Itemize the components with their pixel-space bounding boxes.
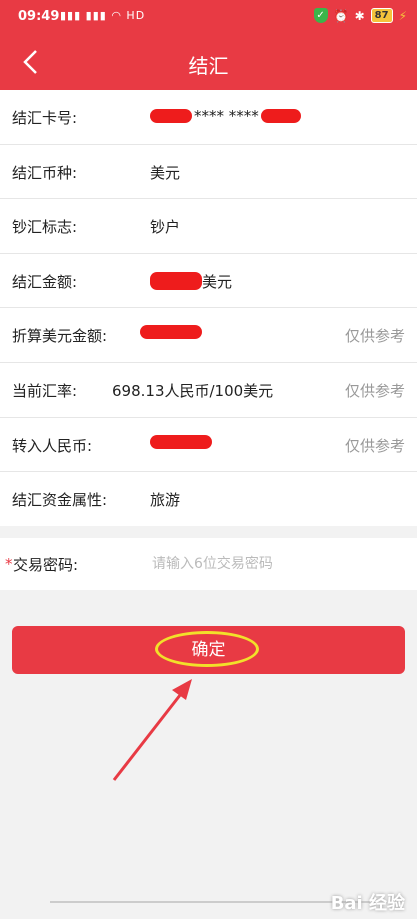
row-value: 美元 <box>150 271 232 292</box>
password-row: * 交易密码: <box>0 538 417 590</box>
card-number-text: **** **** <box>194 107 259 125</box>
row-card-number: 结汇卡号: **** **** <box>0 90 417 145</box>
row-label: 结汇币种: <box>12 163 78 182</box>
page-title: 结汇 <box>188 54 229 78</box>
redaction-mark <box>260 109 301 123</box>
row-currency: 结汇币种: 美元 <box>0 145 417 200</box>
row-rmb-amount: 转入人民币: 仅供参考 <box>0 418 417 473</box>
row-value: 698.13人民币/100美元 <box>112 381 274 400</box>
row-value: 美元 <box>150 163 181 182</box>
status-bar: 09:49 ▮▮▮ ▮▮▮ ◠ HD ✓ ⏰ ✱ 87 ⚡ <box>0 0 417 34</box>
row-usd-amount: 折算美元金额: 仅供参考 <box>0 308 417 363</box>
annotation-arrow-icon <box>112 679 192 781</box>
reference-note: 仅供参考 <box>344 436 405 455</box>
row-value: **** **** <box>150 107 301 125</box>
battery-icon: 87 <box>370 8 393 23</box>
baidu-watermark: Bai 经验 <box>330 893 405 914</box>
row-value <box>140 325 202 340</box>
password-input[interactable] <box>150 550 394 578</box>
redaction-mark <box>140 325 202 340</box>
redaction-mark <box>150 272 202 291</box>
row-value: 钞户 <box>150 218 181 237</box>
row-value <box>150 434 212 449</box>
charging-icon: ⚡ <box>398 8 407 23</box>
row-label: 当前汇率: <box>12 381 78 400</box>
row-label: 转入人民币: <box>12 436 93 455</box>
row-label: 结汇金额: <box>12 272 78 291</box>
password-label: 交易密码: <box>13 556 79 574</box>
alarm-icon: ⏰ <box>333 8 349 23</box>
status-time: 09:49 <box>18 9 60 24</box>
bluetooth-icon: ✱ <box>354 8 365 23</box>
row-label: 折算美元金额: <box>12 327 108 346</box>
row-cash-flag: 钞汇标志: 钞户 <box>0 199 417 254</box>
row-amount: 结汇金额: 美元 <box>0 254 417 309</box>
redaction-mark <box>150 109 192 123</box>
reference-note: 仅供参考 <box>344 381 405 400</box>
row-label: 结汇资金属性: <box>12 491 108 510</box>
status-right: ✓ ⏰ ✱ 87 ⚡ <box>313 8 407 23</box>
home-indicator <box>50 901 370 903</box>
header-bar: 结汇 <box>0 34 417 90</box>
row-exchange-rate: 当前汇率: 698.13人民币/100美元 仅供参考 <box>0 363 417 418</box>
confirm-button[interactable]: 确定 <box>12 626 405 674</box>
settlement-details: 结汇卡号: **** **** 结汇币种: 美元 钞汇标志: 钞户 结汇金额: … <box>0 90 417 526</box>
required-mark: * <box>5 555 13 573</box>
shield-icon: ✓ <box>313 8 328 23</box>
row-label: 结汇卡号: <box>12 109 78 127</box>
network-label: HD <box>126 9 146 22</box>
amount-unit: 美元 <box>202 272 233 291</box>
reference-note: 仅供参考 <box>344 327 405 346</box>
signal-wifi-icons: ▮▮▮ ▮▮▮ ◠ HD <box>60 9 146 22</box>
row-fund-purpose: 结汇资金属性: 旅游 <box>0 472 417 526</box>
redaction-mark <box>150 434 212 449</box>
row-label: 钞汇标志: <box>12 218 78 237</box>
row-value: 旅游 <box>150 491 181 510</box>
